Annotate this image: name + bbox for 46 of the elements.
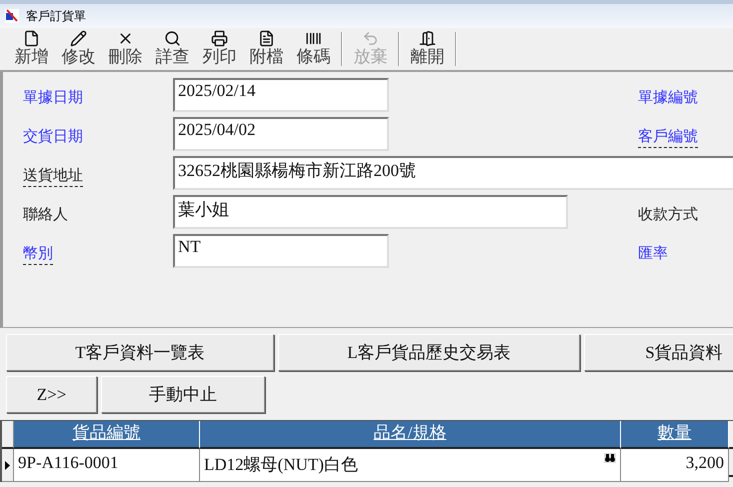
toolbar-button[interactable]: 新增 xyxy=(8,30,55,68)
toolbar-button[interactable]: 刪除 xyxy=(102,30,149,68)
action-button[interactable]: 手動中止 xyxy=(101,376,265,413)
printer-icon xyxy=(211,30,228,47)
document-icon xyxy=(258,30,275,47)
page-icon xyxy=(23,30,40,47)
field-label: 收款方式 xyxy=(638,205,698,225)
input-field[interactable]: 2025/02/14 xyxy=(173,78,389,112)
barcode-icon xyxy=(305,30,322,47)
input-field[interactable]: 32652桃園縣楊梅市新江路200號 xyxy=(173,156,733,190)
column-header[interactable]: 數量 xyxy=(621,421,729,449)
toolbar-button[interactable]: 列印 xyxy=(196,30,243,68)
toolbar-button[interactable]: 詳查 xyxy=(149,30,196,68)
input-field[interactable]: 葉小姐 xyxy=(173,195,568,229)
table-cell: 9P-A116-0001 xyxy=(14,449,200,482)
field-label: 單據日期 xyxy=(23,88,83,108)
door-icon xyxy=(419,30,436,47)
report-button[interactable]: L客戶貨品歷史交易表 xyxy=(278,334,580,371)
app-icon xyxy=(4,8,20,24)
report-button[interactable]: S貨品資料 xyxy=(584,334,733,371)
field-label: 單據編號 xyxy=(638,88,698,108)
pencil-icon xyxy=(70,30,87,47)
table-cell: 3,200 xyxy=(621,449,729,482)
toolbar-button[interactable]: 條碼 xyxy=(290,30,337,68)
field-label: 客戶編號 xyxy=(638,127,698,148)
table-cell: LD12螺母(NUT)白色 xyxy=(200,449,621,482)
toolbar-button[interactable]: 修改 xyxy=(55,30,102,68)
window-title: 客戶訂貨單 xyxy=(26,8,86,24)
search-icon xyxy=(164,30,181,47)
input-field[interactable]: NT xyxy=(173,234,389,268)
toolbar-button[interactable]: 附檔 xyxy=(243,30,290,68)
field-label: 交貨日期 xyxy=(23,127,83,147)
field-label: 幣別 xyxy=(23,244,53,265)
row-header[interactable] xyxy=(2,449,14,482)
undo-icon xyxy=(362,30,379,47)
toolbar-button[interactable]: 離開 xyxy=(404,30,451,68)
column-header[interactable]: 貨品編號 xyxy=(14,421,200,449)
action-button[interactable]: Z>> xyxy=(6,376,97,413)
report-button[interactable]: T客戶資料一覽表 xyxy=(6,334,274,371)
binoculars-icon xyxy=(604,453,616,463)
input-field[interactable]: 2025/04/02 xyxy=(173,117,389,151)
field-label: 送貨地址 xyxy=(23,166,83,187)
row-pointer-icon xyxy=(5,460,10,470)
field-label: 匯率 xyxy=(638,244,668,264)
column-header[interactable]: 品名/規格 xyxy=(200,421,621,449)
field-label: 聯絡人 xyxy=(23,205,68,225)
